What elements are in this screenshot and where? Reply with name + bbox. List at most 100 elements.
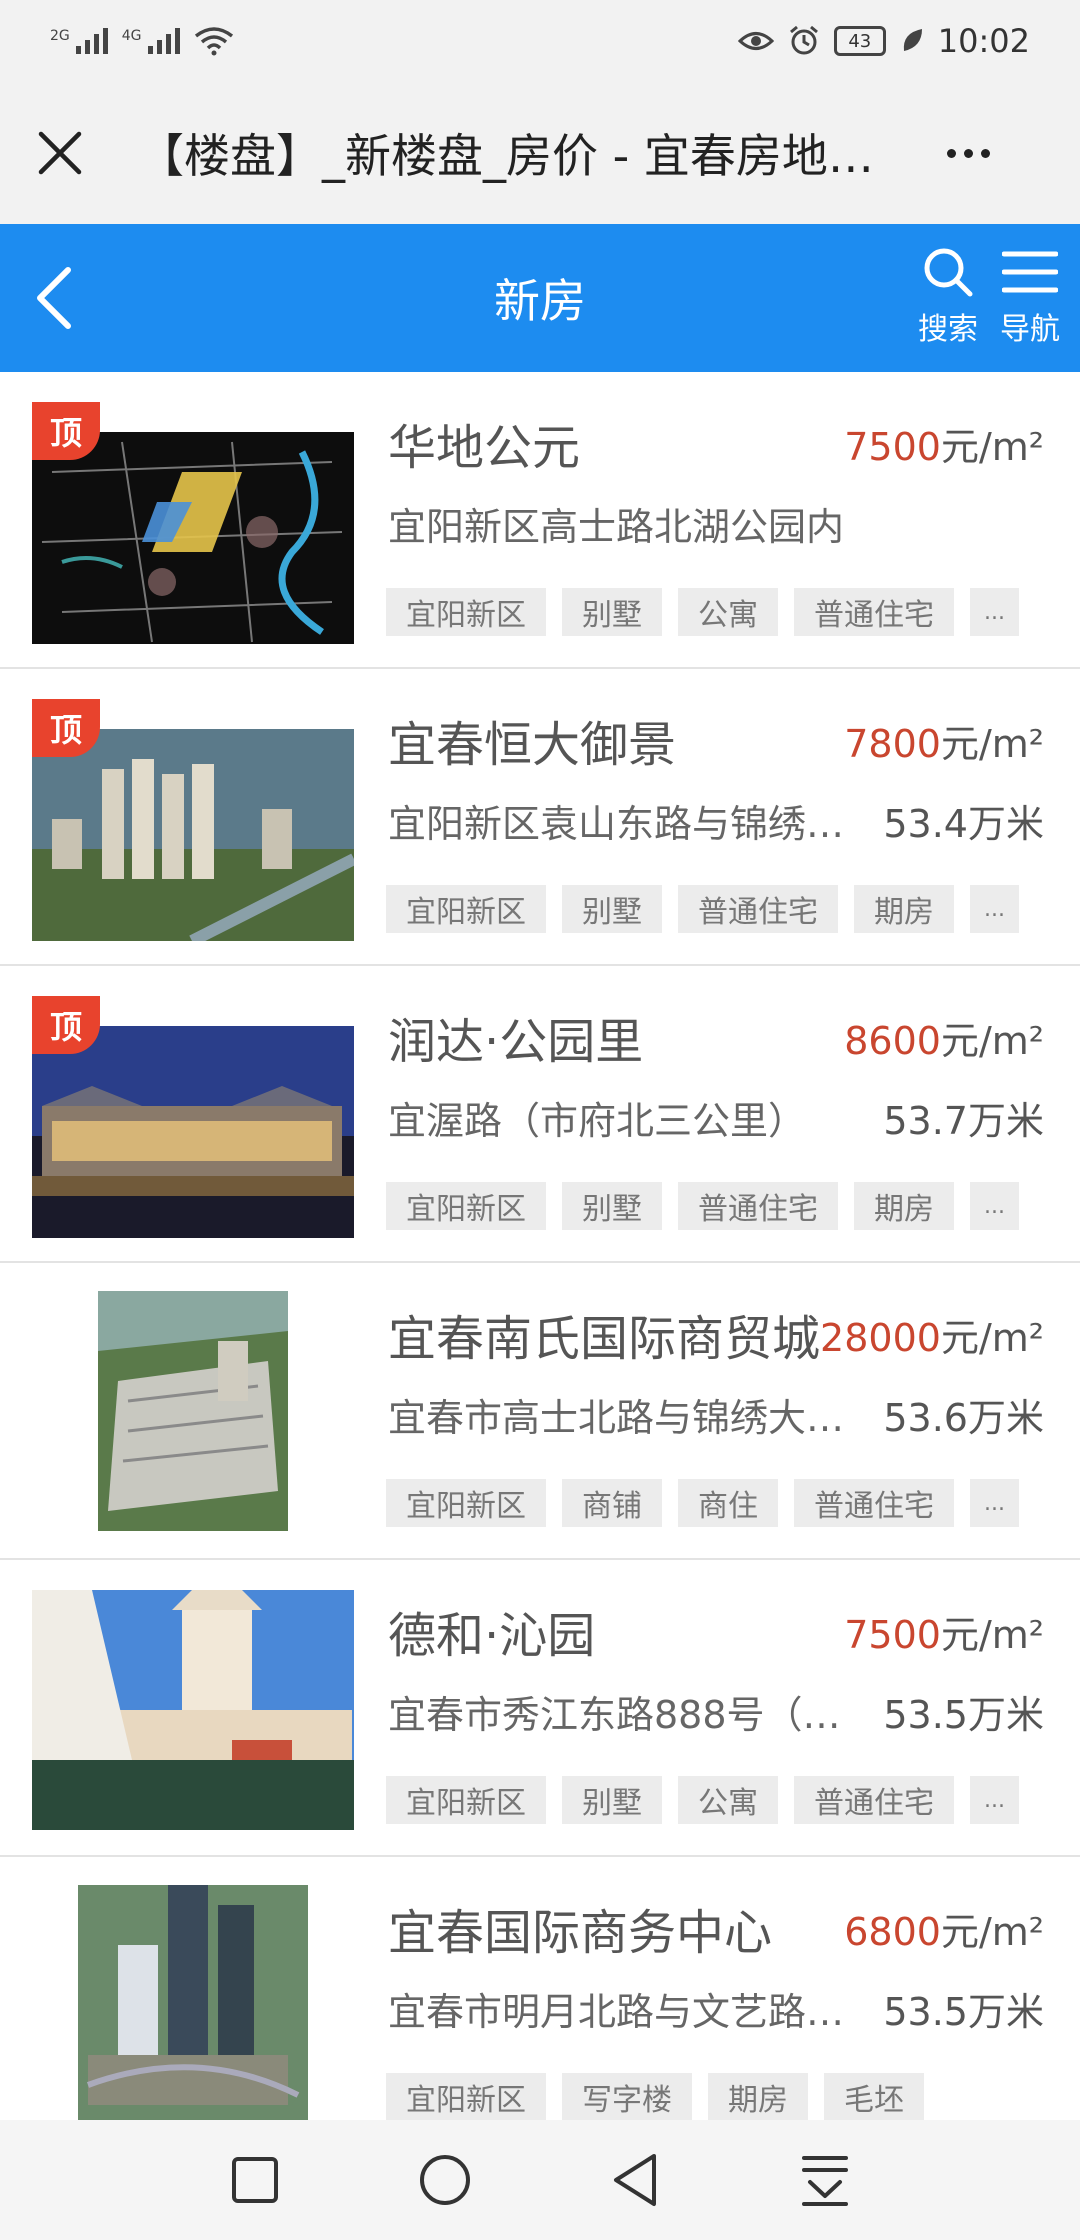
tag: 商铺: [562, 1479, 662, 1527]
tag: 普通住宅: [794, 1776, 954, 1824]
tag-more: ...: [970, 885, 1019, 933]
tag: 宜阳新区: [386, 588, 546, 636]
signal-icon-1: 2G: [50, 28, 108, 54]
tag: 普通住宅: [794, 1479, 954, 1527]
listing-distance: 53.5万米: [883, 1693, 1044, 1737]
listing-distance: 53.6万米: [883, 1396, 1044, 1440]
signal-2-type: 4G: [121, 28, 142, 44]
top-badge: 顶: [32, 699, 100, 757]
top-badge: 顶: [32, 996, 100, 1054]
listing-item[interactable]: 顶 华地公元 7500元/m² 宜阳新区高士路北湖公园内 宜阳新区 别墅 公寓 …: [0, 372, 1080, 669]
listing-item[interactable]: 顶 宜春恒大御景 7800元/m² 宜阳新区袁山东路与锦绣… 53.4万米 宜阳…: [0, 669, 1080, 966]
price-unit: 元/m²: [940, 1613, 1044, 1657]
browser-title-bar: 【楼盘】_新楼盘_房价 - 宜春房地…: [0, 82, 1080, 224]
tag-more: ...: [970, 1479, 1019, 1527]
close-button[interactable]: [30, 123, 90, 183]
back-button[interactable]: [595, 2140, 675, 2220]
more-options-icon[interactable]: [928, 148, 1008, 158]
listing-name: 德和·沁园: [388, 1608, 596, 1664]
listing-image: [78, 1885, 308, 2120]
listing-price: 8600元/m²: [844, 1010, 1044, 1065]
recents-button[interactable]: [215, 2140, 295, 2220]
search-button[interactable]: 搜索: [908, 244, 988, 348]
listing-distance: 53.5万米: [883, 1990, 1044, 2034]
listing-list: 顶 华地公元 7500元/m² 宜阳新区高士路北湖公园内 宜阳新区 别墅 公寓 …: [0, 372, 1080, 2120]
notification-button[interactable]: [785, 2140, 865, 2220]
listing-name: 华地公元: [388, 420, 581, 476]
page-title: 【楼盘】_新楼盘_房价 - 宜春房地…: [138, 129, 874, 183]
price-unit: 元/m²: [940, 1019, 1044, 1063]
listing-name: 宜春国际商务中心: [388, 1905, 773, 1961]
listing-address: 宜阳新区高士路北湖公园内: [388, 505, 845, 549]
battery-level: 43: [848, 30, 872, 52]
eye-icon: [737, 32, 774, 50]
search-label: 搜索: [918, 312, 978, 347]
navigation-label: 导航: [1000, 312, 1060, 347]
menu-icon: [1002, 251, 1058, 293]
battery-icon: 43: [833, 26, 886, 56]
tag: 普通住宅: [794, 588, 954, 636]
back-arrow-icon[interactable]: [26, 264, 86, 332]
close-icon: [38, 131, 82, 175]
navigation-button[interactable]: 导航: [990, 244, 1070, 348]
listing-image: [32, 432, 354, 644]
listing-address: 宜春市高士北路与锦绣大…: [388, 1396, 845, 1440]
tag: 普通住宅: [678, 1182, 838, 1230]
search-icon: [924, 248, 973, 297]
listing-item[interactable]: 顶 润达·公园里 8600元/m² 宜渥路（市府北三公里） 53.7万米 宜阳新…: [0, 966, 1080, 1263]
signal-1-type: 2G: [50, 28, 70, 44]
tag: 宜阳新区: [386, 1182, 546, 1230]
status-left: 2G 4G: [50, 26, 234, 56]
tag-more: ...: [970, 588, 1019, 636]
tag: 期房: [854, 1182, 954, 1230]
tag-list: 宜阳新区 商铺 商住 普通住宅 ...: [386, 1479, 1019, 1527]
price-value: 7500: [844, 1613, 941, 1657]
tag: 期房: [708, 2073, 808, 2120]
pull-down-icon: [802, 2156, 848, 2206]
circle-icon: [420, 2155, 470, 2205]
tag: 公寓: [678, 588, 778, 636]
listing-price: 7500元/m²: [844, 1604, 1044, 1659]
price-value: 7800: [844, 722, 941, 766]
tag: 宜阳新区: [386, 2073, 546, 2120]
tag: 宜阳新区: [386, 1776, 546, 1824]
tag: 毛坯: [824, 2073, 924, 2120]
status-right: 43 10:02: [737, 22, 1030, 60]
tag-list: 宜阳新区 写字楼 期房 毛坯: [386, 2073, 924, 2120]
tag: 别墅: [562, 885, 662, 933]
listing-item[interactable]: 德和·沁园 7500元/m² 宜春市秀江东路888号（… 53.5万米 宜阳新区…: [0, 1560, 1080, 1857]
price-value: 28000: [820, 1316, 941, 1360]
listing-item[interactable]: 宜春南氏国际商贸城 28000元/m² 宜春市高士北路与锦绣大… 53.6万米 …: [0, 1263, 1080, 1560]
listing-address: 宜渥路（市府北三公里）: [388, 1099, 807, 1143]
tag: 写字楼: [562, 2073, 692, 2120]
tag: 别墅: [562, 1182, 662, 1230]
listing-address: 宜阳新区袁山东路与锦绣…: [388, 802, 845, 846]
tag: 别墅: [562, 588, 662, 636]
tag-list: 宜阳新区 别墅 普通住宅 期房 ...: [386, 885, 1019, 933]
signal-icon-2: 4G: [122, 28, 180, 54]
status-bar: 2G 4G 43 10:02: [0, 0, 1080, 82]
tag: 普通住宅: [678, 885, 838, 933]
tag: 公寓: [678, 1776, 778, 1824]
tag: 别墅: [562, 1776, 662, 1824]
tag-more: ...: [970, 1182, 1019, 1230]
price-value: 6800: [844, 1910, 941, 1954]
listing-distance: 53.7万米: [883, 1099, 1044, 1143]
tag: 宜阳新区: [386, 885, 546, 933]
price-value: 8600: [844, 1019, 941, 1063]
alarm-icon: [789, 25, 818, 55]
listing-item[interactable]: 宜春国际商务中心 6800元/m² 宜春市明月北路与文艺路… 53.5万米 宜阳…: [0, 1857, 1080, 2120]
listing-price: 6800元/m²: [844, 1901, 1044, 1956]
listing-image: [32, 729, 354, 941]
price-unit: 元/m²: [940, 722, 1044, 766]
listing-image: [98, 1291, 288, 1531]
tag: 宜阳新区: [386, 1479, 546, 1527]
tag: 期房: [854, 885, 954, 933]
listing-name: 宜春南氏国际商贸城: [388, 1311, 821, 1367]
tag-more: ...: [970, 1776, 1019, 1824]
listing-name: 润达·公园里: [388, 1014, 644, 1070]
clock: 10:02: [937, 22, 1030, 60]
price-unit: 元/m²: [940, 1910, 1044, 1954]
home-button[interactable]: [405, 2140, 485, 2220]
listing-address: 宜春市明月北路与文艺路…: [388, 1990, 845, 2034]
